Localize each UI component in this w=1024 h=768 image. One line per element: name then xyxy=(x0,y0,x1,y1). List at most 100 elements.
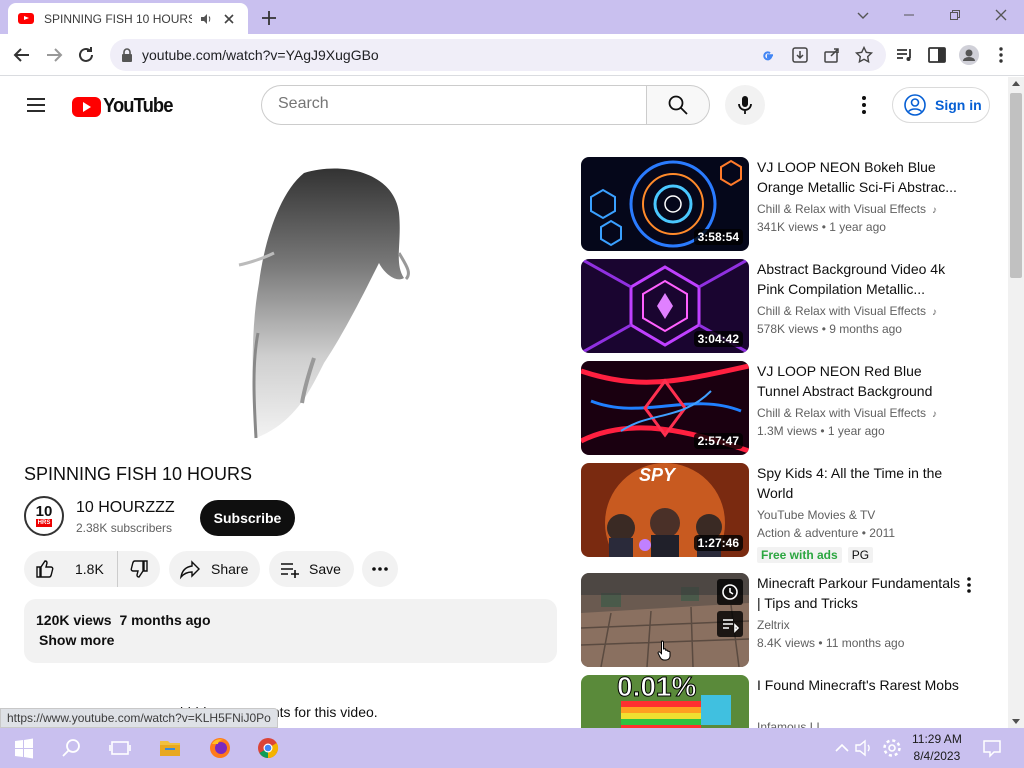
share-button[interactable]: Share xyxy=(169,551,260,587)
recommendation-meta: 1.3M views • 1 year ago xyxy=(757,424,885,438)
save-button[interactable]: Save xyxy=(269,551,354,587)
chrome-icon[interactable] xyxy=(256,736,280,760)
recommendation-title[interactable]: Abstract Background Video 4k Pink Compil… xyxy=(757,259,967,299)
media-control-icon[interactable] xyxy=(894,44,916,66)
page-scrollbar[interactable] xyxy=(1008,77,1024,728)
video-thumbnail[interactable]: 3:58:54 xyxy=(581,157,749,251)
sign-in-button[interactable]: Sign in xyxy=(892,87,990,123)
show-more-link[interactable]: Show more xyxy=(39,632,114,648)
hamburger-menu-icon[interactable] xyxy=(24,93,48,117)
hidden-icons-chevron-icon[interactable] xyxy=(830,736,854,760)
recommendation-channel[interactable]: Chill & Relax with Visual Effects ♪ xyxy=(757,202,937,216)
scroll-thumb[interactable] xyxy=(1010,93,1022,278)
recommendation-item[interactable]: Minecraft Parkour Fundamentals | Tips an… xyxy=(581,573,991,669)
notifications-icon[interactable] xyxy=(980,736,1004,760)
recommendation-title[interactable]: VJ LOOP NEON Bokeh Blue Orange Metallic … xyxy=(757,157,967,197)
video-thumbnail[interactable] xyxy=(581,573,749,667)
voice-search-button[interactable] xyxy=(725,85,765,125)
recommendation-title[interactable]: Spy Kids 4: All the Time in the World xyxy=(757,463,967,503)
video-thumbnail[interactable]: SPY 1:27:46 xyxy=(581,463,749,557)
tab-search-icon[interactable] xyxy=(840,0,886,30)
recommendation-item[interactable]: 3:58:54 VJ LOOP NEON Bokeh Blue Orange M… xyxy=(581,157,991,253)
add-to-queue-icon[interactable] xyxy=(717,611,743,637)
thumbs-up-icon xyxy=(36,560,54,578)
video-duration: 2:57:47 xyxy=(693,433,743,449)
search-icon xyxy=(668,95,688,115)
settings-gear-icon[interactable] xyxy=(880,736,904,760)
video-thumbnail[interactable]: 3:04:42 xyxy=(581,259,749,353)
windows-start-icon[interactable] xyxy=(12,736,36,760)
taskbar-clock[interactable]: 11:29 AM 8/4/2023 xyxy=(912,731,962,765)
browser-toolbar: youtube.com/watch?v=YAgJ9XugGBo xyxy=(0,34,1024,76)
save-label: Save xyxy=(309,561,341,577)
recommendation-channel[interactable]: Infamous LI xyxy=(757,720,820,728)
video-player[interactable] xyxy=(24,133,557,453)
channel-avatar[interactable]: 10 HRS xyxy=(24,496,64,536)
google-icon[interactable] xyxy=(758,45,778,65)
subscribe-button[interactable]: Subscribe xyxy=(200,500,295,536)
youtube-logo-text: YouTube xyxy=(103,95,173,117)
hand-cursor-icon xyxy=(657,639,673,661)
file-explorer-icon[interactable] xyxy=(158,736,182,760)
lock-icon[interactable] xyxy=(120,47,134,63)
recommendation-title[interactable]: I Found Minecraft's Rarest Mobs xyxy=(757,675,967,695)
restore-button[interactable] xyxy=(932,0,978,30)
dislike-button[interactable] xyxy=(118,551,160,587)
forward-button[interactable] xyxy=(42,43,66,67)
new-tab-button[interactable] xyxy=(258,7,280,29)
taskbar-search-icon[interactable] xyxy=(60,736,84,760)
recommendation-title[interactable]: VJ LOOP NEON Red Blue Tunnel Abstract Ba… xyxy=(757,361,967,401)
like-count: 1.8K xyxy=(75,561,104,577)
recommendation-channel[interactable]: YouTube Movies & TV xyxy=(757,508,875,522)
channel-name[interactable]: 10 HOURZZZ xyxy=(76,499,175,517)
back-button[interactable] xyxy=(10,43,34,67)
recommendation-channel[interactable]: Chill & Relax with Visual Effects ♪ xyxy=(757,406,937,420)
recommendation-item[interactable]: 3:04:42 Abstract Background Video 4k Pin… xyxy=(581,259,991,355)
recommendation-meta: 578K views • 9 months ago xyxy=(757,322,902,336)
like-button[interactable]: 1.8K xyxy=(24,551,118,587)
task-view-icon[interactable] xyxy=(108,736,132,760)
music-note-icon: ♪ xyxy=(931,205,937,216)
video-thumbnail[interactable]: 0.01% xyxy=(581,675,749,728)
youtube-logo[interactable]: YouTube xyxy=(72,95,179,118)
video-thumbnail[interactable]: 2:57:47 xyxy=(581,361,749,455)
browser-tab[interactable]: SPINNING FISH 10 HOURS - xyxy=(8,3,248,34)
volume-icon[interactable] xyxy=(852,736,876,760)
minimize-button[interactable] xyxy=(886,0,932,30)
scroll-up-arrow-icon[interactable] xyxy=(1012,81,1020,86)
video-duration: 3:04:42 xyxy=(693,331,743,347)
close-window-button[interactable] xyxy=(978,0,1024,30)
scroll-down-arrow-icon[interactable] xyxy=(1012,719,1020,724)
recommendation-title[interactable]: Minecraft Parkour Fundamentals | Tips an… xyxy=(757,573,967,613)
speaker-icon[interactable] xyxy=(198,11,214,27)
thumbs-down-icon xyxy=(130,560,148,578)
recommendation-channel[interactable]: Zeltrix xyxy=(757,618,790,632)
settings-more-icon[interactable] xyxy=(852,93,876,117)
upload-age: 7 months ago xyxy=(119,612,211,628)
description-box[interactable]: 120K views 7 months ago Show more xyxy=(24,599,557,663)
tab-title: SPINNING FISH 10 HOURS - xyxy=(44,11,192,26)
search-input[interactable] xyxy=(278,95,618,113)
recommendation-item[interactable]: SPY 1:27:46 Spy Kids 4: All the Time in … xyxy=(581,463,991,563)
recommendation-badges: Free with ads PG xyxy=(757,547,879,563)
more-actions-button[interactable] xyxy=(362,551,398,587)
description-meta: 120K views 7 months ago xyxy=(36,612,219,628)
profile-icon[interactable] xyxy=(958,44,980,66)
search-button[interactable] xyxy=(646,85,710,125)
install-app-icon[interactable] xyxy=(790,45,810,65)
bookmark-star-icon[interactable] xyxy=(854,45,874,65)
recommendation-menu-icon[interactable] xyxy=(959,575,979,595)
firefox-icon[interactable] xyxy=(208,736,232,760)
chrome-menu-icon[interactable] xyxy=(990,44,1012,66)
search-box[interactable] xyxy=(261,85,647,125)
share-page-icon[interactable] xyxy=(822,45,842,65)
recommendation-item[interactable]: 2:57:47 VJ LOOP NEON Red Blue Tunnel Abs… xyxy=(581,361,991,457)
recommendation-channel[interactable]: Chill & Relax with Visual Effects ♪ xyxy=(757,304,937,318)
watch-later-icon[interactable] xyxy=(717,579,743,605)
close-tab-icon[interactable] xyxy=(220,10,238,28)
side-panel-icon[interactable] xyxy=(926,44,948,66)
address-bar[interactable]: youtube.com/watch?v=YAgJ9XugGBo xyxy=(110,39,886,71)
reload-button[interactable] xyxy=(74,43,98,67)
recommendation-item[interactable]: 0.01% I Found Minecraft's Rarest Mobs In… xyxy=(581,675,991,728)
url-text[interactable]: youtube.com/watch?v=YAgJ9XugGBo xyxy=(142,47,379,63)
